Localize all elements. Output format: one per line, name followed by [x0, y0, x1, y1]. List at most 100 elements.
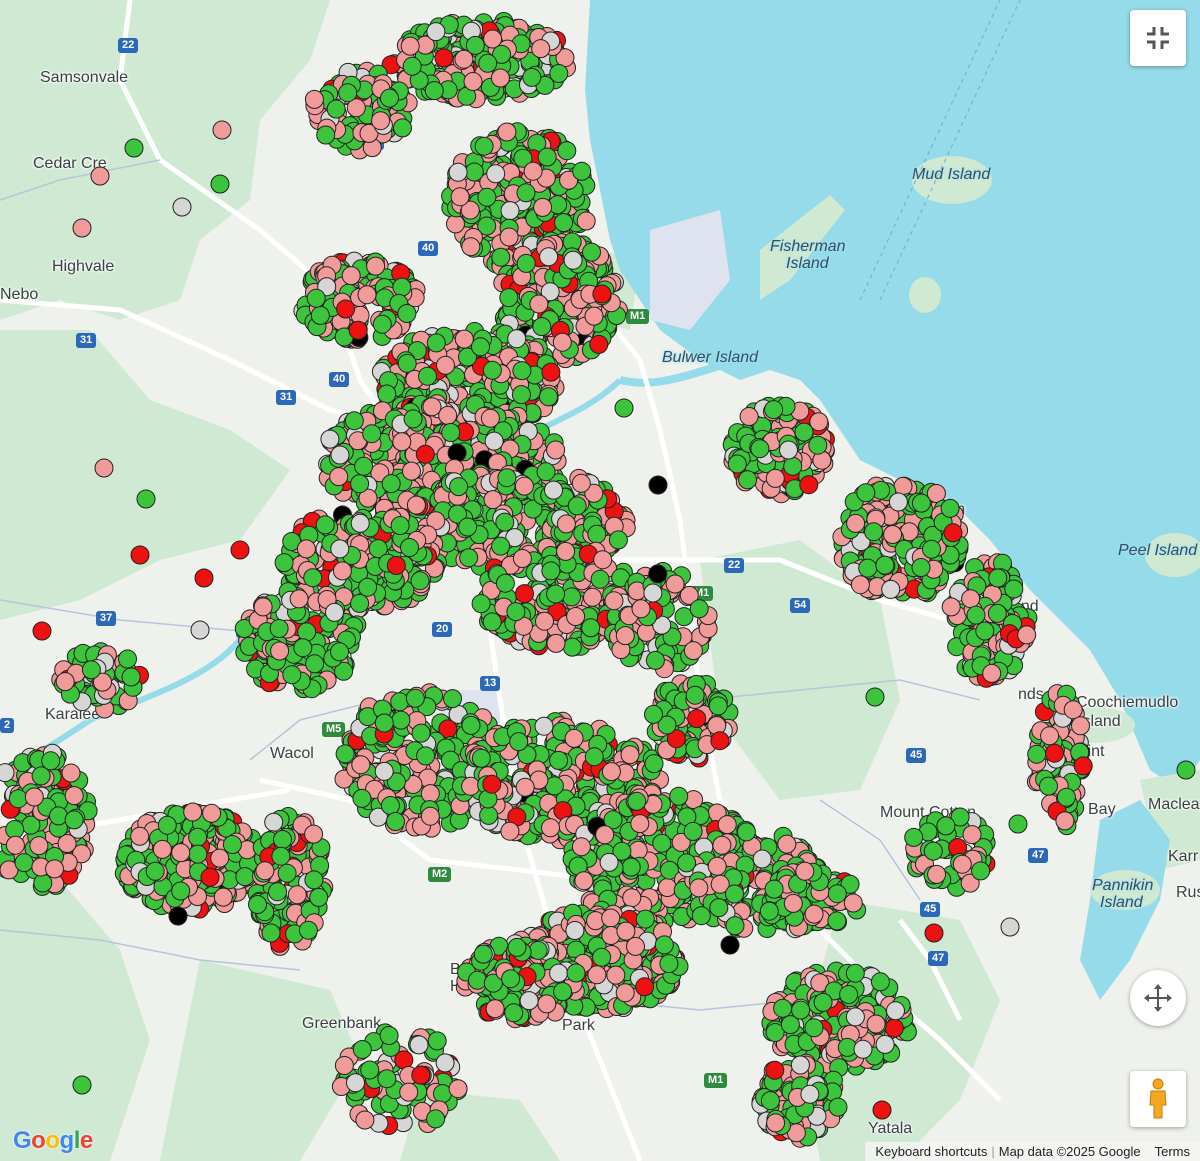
map-marker[interactable]	[709, 898, 729, 918]
map-marker[interactable]	[450, 187, 470, 207]
map-marker[interactable]	[202, 803, 222, 823]
map-marker[interactable]	[330, 539, 350, 559]
map-marker[interactable]	[438, 405, 458, 425]
map-marker[interactable]	[940, 498, 960, 518]
map-marker[interactable]	[779, 440, 798, 460]
map-marker[interactable]	[750, 439, 770, 459]
map-marker[interactable]	[507, 937, 527, 957]
map-marker[interactable]	[332, 561, 352, 581]
map-marker[interactable]	[514, 476, 534, 496]
map-marker[interactable]	[592, 284, 612, 304]
map-marker[interactable]	[341, 266, 361, 286]
map-marker[interactable]	[448, 162, 468, 182]
map-marker[interactable]	[850, 575, 870, 595]
map-marker[interactable]	[386, 556, 406, 575]
map-marker[interactable]	[725, 884, 744, 904]
map-marker[interactable]	[590, 569, 610, 589]
map-marker[interactable]	[458, 517, 478, 537]
map-marker[interactable]	[482, 360, 502, 380]
map-marker[interactable]	[326, 99, 346, 119]
map-marker[interactable]	[397, 304, 417, 323]
map-marker[interactable]	[482, 612, 502, 632]
map-marker[interactable]	[497, 122, 517, 142]
map-marker[interactable]	[310, 305, 330, 325]
map-marker[interactable]	[626, 936, 645, 956]
map-marker[interactable]	[532, 317, 552, 337]
map-marker[interactable]	[415, 444, 435, 464]
map-marker[interactable]	[188, 844, 208, 864]
map-marker[interactable]	[764, 400, 784, 420]
map-marker[interactable]	[589, 334, 609, 354]
map-marker[interactable]	[400, 36, 420, 56]
map-marker[interactable]	[615, 626, 635, 646]
map-marker[interactable]	[393, 118, 412, 138]
map-marker[interactable]	[484, 431, 504, 451]
map-marker[interactable]	[707, 856, 727, 876]
map-marker[interactable]	[329, 467, 349, 487]
map-marker[interactable]	[563, 250, 583, 270]
map-marker[interactable]	[712, 835, 732, 855]
map-marker[interactable]	[371, 111, 391, 131]
map-marker[interactable]	[474, 136, 494, 156]
map-marker[interactable]	[380, 796, 400, 815]
map-marker[interactable]	[881, 579, 901, 599]
map-marker[interactable]	[922, 539, 941, 559]
map-marker[interactable]	[593, 550, 613, 570]
map-marker[interactable]	[556, 514, 576, 534]
map-marker[interactable]	[727, 454, 747, 474]
map-marker[interactable]	[556, 541, 576, 561]
map-marker[interactable]	[631, 599, 651, 619]
map-marker[interactable]	[468, 970, 487, 990]
map-marker[interactable]	[213, 887, 233, 907]
map-marker[interactable]	[546, 584, 566, 604]
map-marker[interactable]	[471, 748, 491, 768]
map-marker[interactable]	[1040, 726, 1060, 746]
map-marker[interactable]	[546, 633, 566, 653]
map-marker[interactable]	[515, 777, 535, 797]
map-marker[interactable]	[546, 440, 566, 460]
map-marker[interactable]	[604, 591, 624, 611]
map-marker[interactable]	[777, 834, 797, 854]
map-marker[interactable]	[499, 227, 519, 247]
map-marker[interactable]	[338, 83, 358, 103]
map-marker[interactable]	[264, 812, 284, 832]
map-marker[interactable]	[644, 754, 664, 774]
map-marker[interactable]	[1063, 700, 1083, 720]
map-marker[interactable]	[1045, 743, 1064, 763]
map-marker[interactable]	[330, 445, 350, 465]
map-marker[interactable]	[516, 183, 536, 203]
map-marker[interactable]	[582, 242, 601, 262]
map-marker[interactable]	[846, 513, 866, 533]
map-marker[interactable]	[171, 881, 191, 901]
map-marker[interactable]	[562, 587, 582, 607]
map-marker[interactable]	[296, 539, 316, 559]
map-marker[interactable]	[473, 944, 493, 964]
map-marker[interactable]	[519, 991, 539, 1011]
map-marker[interactable]	[620, 745, 640, 765]
map-marker[interactable]	[405, 688, 425, 708]
map-marker[interactable]	[1056, 787, 1076, 807]
map-marker[interactable]	[595, 825, 615, 845]
map-marker[interactable]	[471, 594, 491, 614]
map-marker[interactable]	[615, 983, 635, 1003]
map-marker[interactable]	[888, 492, 908, 512]
map-marker[interactable]	[572, 161, 592, 181]
map-marker[interactable]	[500, 821, 520, 841]
map-marker[interactable]	[351, 755, 371, 775]
map-marker[interactable]	[592, 947, 612, 967]
map-marker[interactable]	[549, 963, 569, 983]
map-marker[interactable]	[459, 548, 479, 568]
map-marker[interactable]	[987, 603, 1007, 623]
map-marker[interactable]	[566, 963, 586, 983]
map-marker[interactable]	[335, 744, 355, 764]
map-marker[interactable]	[584, 306, 604, 326]
map-marker[interactable]	[601, 908, 621, 928]
map-marker[interactable]	[683, 821, 703, 841]
map-marker[interactable]	[574, 871, 594, 891]
map-marker[interactable]	[471, 337, 490, 357]
map-marker[interactable]	[808, 435, 828, 455]
map-marker[interactable]	[557, 141, 577, 161]
map-marker[interactable]	[362, 424, 382, 444]
map-marker[interactable]	[397, 353, 417, 373]
map-marker[interactable]	[358, 577, 378, 597]
